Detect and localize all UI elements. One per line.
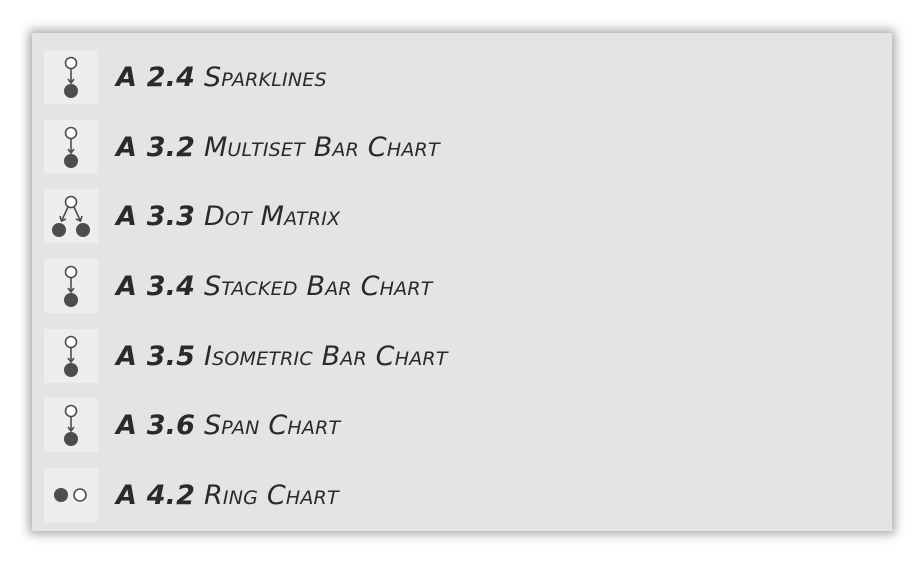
single-dependency-icon — [44, 329, 98, 383]
list-item[interactable]: A 3.2 Multiset Bar Chart — [44, 119, 440, 175]
item-number: A 3.2 — [116, 131, 196, 163]
item-title: Span Chart — [203, 409, 341, 441]
single-dependency-icon — [44, 398, 98, 452]
filled-open-pair-icon — [44, 468, 98, 522]
item-title: Ring Chart — [203, 479, 339, 511]
list-item[interactable]: A 3.3 Dot Matrix — [44, 188, 340, 244]
item-title: Dot Matrix — [203, 200, 341, 232]
list-item-label: A 3.5 Isometric Bar Chart — [116, 341, 448, 372]
split-dependency-icon — [44, 189, 98, 243]
list-item[interactable]: A 3.4 Stacked Bar Chart — [44, 258, 433, 314]
item-number: A 3.3 — [116, 200, 196, 232]
chart-reference-list: A 2.4 Sparklines A 3.2 Multiset Bar Char… — [32, 33, 892, 531]
list-item[interactable]: A 2.4 Sparklines — [44, 49, 327, 105]
list-item-label: A 3.4 Stacked Bar Chart — [116, 271, 433, 302]
list-item[interactable]: A 3.6 Span Chart — [44, 397, 340, 453]
item-title: Isometric Bar Chart — [203, 340, 448, 372]
item-number: A 3.5 — [116, 340, 196, 372]
item-title: Multiset Bar Chart — [203, 131, 440, 163]
single-dependency-icon — [44, 50, 98, 104]
list-item-label: A 4.2 Ring Chart — [116, 480, 339, 511]
list-item-label: A 3.2 Multiset Bar Chart — [116, 132, 440, 163]
item-title: Stacked Bar Chart — [203, 270, 433, 302]
item-number: A 3.6 — [116, 409, 196, 441]
item-number: A 3.4 — [116, 270, 196, 302]
item-number: A 4.2 — [116, 479, 196, 511]
single-dependency-icon — [44, 120, 98, 174]
list-item-label: A 3.3 Dot Matrix — [116, 201, 340, 232]
list-item[interactable]: A 3.5 Isometric Bar Chart — [44, 328, 448, 384]
item-number: A 2.4 — [116, 61, 196, 93]
list-item-label: A 3.6 Span Chart — [116, 410, 340, 441]
single-dependency-icon — [44, 259, 98, 313]
list-item-label: A 2.4 Sparklines — [116, 62, 327, 93]
item-title: Sparklines — [203, 61, 327, 93]
list-item[interactable]: A 4.2 Ring Chart — [44, 467, 339, 523]
